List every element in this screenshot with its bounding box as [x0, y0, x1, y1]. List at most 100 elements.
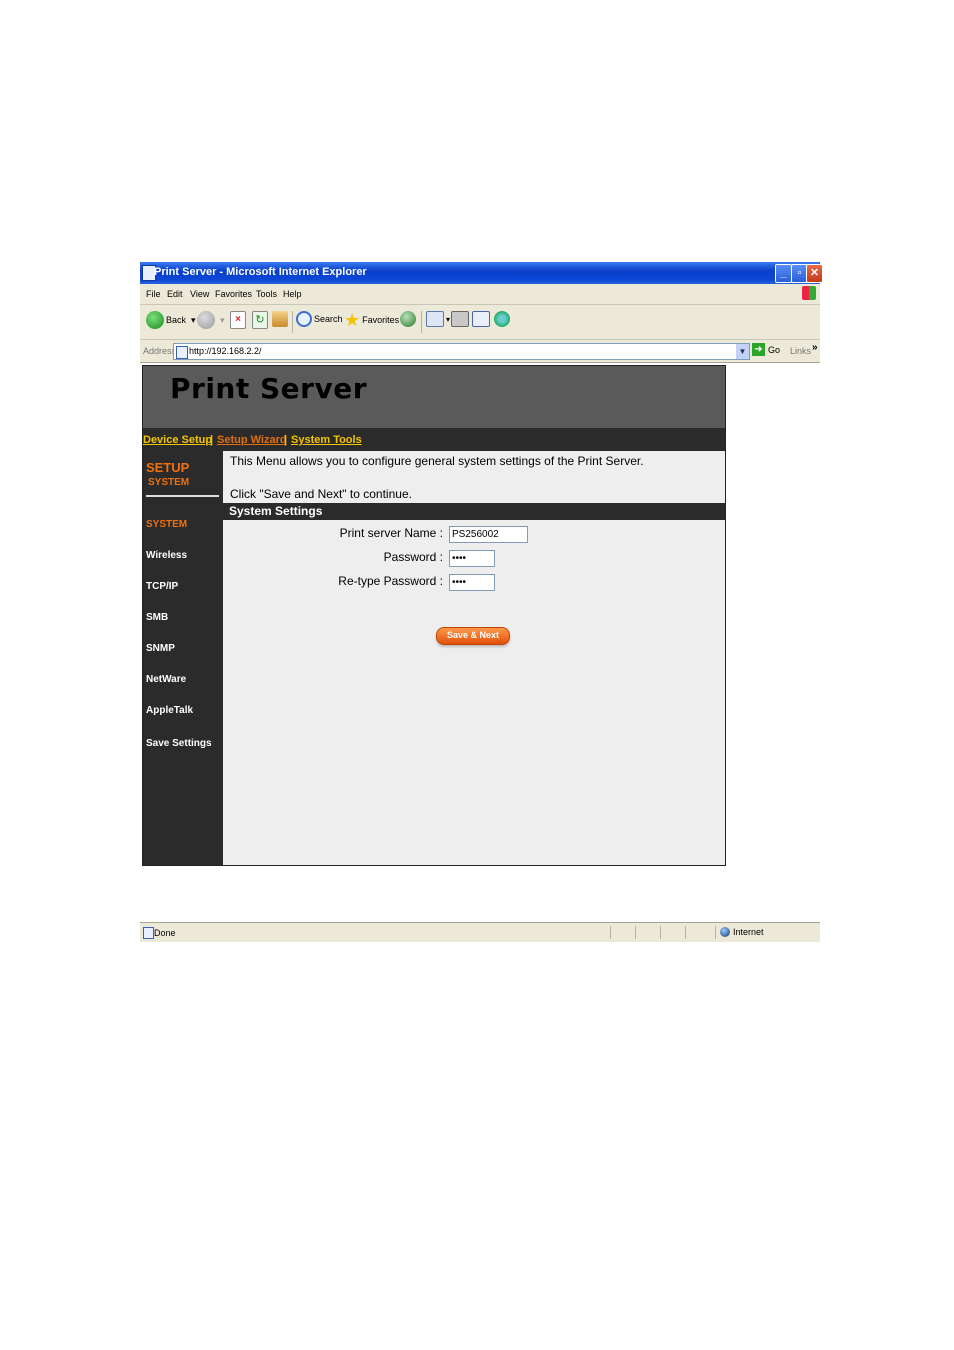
refresh-icon: ↻: [252, 311, 268, 329]
continue-note: Click "Save and Next" to continue.: [230, 487, 412, 501]
forward-button[interactable]: ▾: [197, 311, 225, 329]
chevron-right-icon[interactable]: »: [812, 342, 818, 353]
printer-icon: [451, 311, 469, 327]
history-button[interactable]: [400, 311, 418, 327]
password-input[interactable]: ••••: [449, 550, 495, 567]
password-label: Password :: [383, 550, 443, 564]
search-button[interactable]: Search: [296, 311, 343, 327]
go-label: Go: [768, 344, 781, 355]
menu-bar: File Edit View Favorites Tools Help: [140, 284, 820, 305]
edit-icon: [472, 311, 490, 327]
section-title: System Settings: [229, 504, 323, 518]
status-divider: [610, 926, 611, 939]
print-button[interactable]: [451, 311, 471, 327]
menu-tools[interactable]: Tools: [256, 289, 277, 299]
address-bar: Address http://192.168.2.2/ ▼ ➜ Go Links…: [140, 340, 820, 363]
sidebar-item-system[interactable]: SYSTEM: [146, 519, 187, 530]
forward-dropdown-icon[interactable]: ▾: [220, 315, 225, 326]
search-icon: [296, 311, 312, 327]
mail-icon: [426, 311, 444, 327]
menu-view[interactable]: View: [190, 289, 209, 299]
globe-icon: [720, 927, 730, 937]
mail-button[interactable]: ▾: [426, 311, 450, 327]
toolbar-separator: [421, 311, 422, 333]
nav-divider: |: [284, 434, 288, 446]
refresh-button[interactable]: ↻: [252, 311, 270, 329]
sidebar-divider: [146, 495, 219, 497]
address-dropdown-icon[interactable]: ▼: [736, 344, 749, 359]
sidebar-heading: SETUP: [146, 460, 190, 475]
page-viewport: Print Server Device Setup | Setup Wizard…: [140, 363, 820, 921]
sidebar: SETUP SYSTEM SYSTEM Wireless TCP/IP SMB …: [143, 451, 223, 865]
window-title: Print Server - Microsoft Internet Explor…: [154, 266, 367, 278]
main-content: This Menu allows you to configure genera…: [223, 451, 725, 865]
server-name-input[interactable]: PS256002: [449, 526, 528, 543]
status-divider: [635, 926, 636, 939]
toolbar-separator: [292, 311, 293, 333]
forward-arrow-icon: [197, 311, 215, 329]
section-header: System Settings: [223, 503, 725, 520]
retype-password-input[interactable]: ••••: [449, 574, 495, 591]
go-arrow-icon: ➜: [752, 343, 765, 356]
sidebar-item-tcpip[interactable]: TCP/IP: [146, 581, 178, 592]
brand-title: Print Server: [170, 372, 368, 405]
sidebar-item-smb[interactable]: SMB: [146, 612, 168, 623]
address-url: http://192.168.2.2/: [189, 346, 262, 356]
messenger-icon: [494, 311, 510, 327]
mail-dropdown-icon[interactable]: ▾: [446, 315, 450, 324]
status-divider: [685, 926, 686, 939]
menu-edit[interactable]: Edit: [167, 289, 183, 299]
save-next-button[interactable]: Save & Next: [436, 627, 510, 645]
nav-system-tools[interactable]: System Tools: [291, 434, 362, 446]
back-dropdown-icon[interactable]: ▾: [191, 315, 196, 326]
nav-device-setup[interactable]: Device Setup: [143, 434, 212, 446]
favorites-button[interactable]: ★ Favorites: [344, 311, 399, 329]
sidebar-item-netware[interactable]: NetWare: [146, 674, 186, 685]
nav-setup-wizard[interactable]: Setup Wizard: [217, 434, 287, 446]
menu-help[interactable]: Help: [283, 289, 302, 299]
stop-icon: ×: [230, 311, 246, 329]
security-zone: Internet: [720, 927, 764, 937]
browser-window: Print Server - Microsoft Internet Explor…: [140, 262, 823, 942]
close-button[interactable]: ✕: [806, 264, 823, 283]
back-button[interactable]: Back ▾: [146, 311, 196, 329]
windows-logo-icon: [802, 286, 816, 300]
nav-divider: |: [210, 434, 214, 446]
intro-text: This Menu allows you to configure genera…: [230, 454, 644, 468]
history-icon: [400, 311, 416, 327]
sidebar-item-save-settings[interactable]: Save Settings: [146, 738, 212, 749]
sidebar-item-wireless[interactable]: Wireless: [146, 550, 187, 561]
sidebar-subheading: SYSTEM: [148, 477, 190, 488]
page-icon: [176, 346, 188, 359]
menu-favorites[interactable]: Favorites: [215, 289, 252, 299]
go-button[interactable]: ➜ Go: [752, 343, 780, 356]
back-arrow-icon: [146, 311, 164, 329]
page-header: Print Server: [143, 366, 725, 429]
retype-password-label: Re-type Password :: [338, 574, 443, 588]
stop-button[interactable]: ×: [230, 311, 248, 329]
sidebar-item-snmp[interactable]: SNMP: [146, 643, 175, 654]
edit-button[interactable]: [472, 311, 492, 327]
print-server-page: Print Server Device Setup | Setup Wizard…: [142, 365, 726, 866]
top-navigation: Device Setup | Setup Wizard | System Too…: [143, 428, 725, 451]
title-bar[interactable]: Print Server - Microsoft Internet Explor…: [140, 262, 823, 284]
back-label: Back: [166, 315, 187, 325]
home-icon: [272, 311, 288, 327]
status-bar: Done Internet: [140, 922, 820, 942]
zone-label: Internet: [733, 927, 764, 937]
sidebar-item-appletalk[interactable]: AppleTalk: [146, 705, 193, 716]
status-divider: [715, 926, 716, 939]
minimize-button[interactable]: _: [775, 264, 792, 283]
address-input[interactable]: http://192.168.2.2/ ▼: [173, 343, 750, 360]
search-label: Search: [314, 314, 343, 324]
home-button[interactable]: [272, 311, 290, 327]
favorites-label: Favorites: [362, 315, 400, 325]
server-name-label: Print server Name :: [339, 526, 443, 540]
address-label: Address: [143, 346, 177, 356]
menu-file[interactable]: File: [146, 289, 161, 299]
links-label[interactable]: Links: [790, 346, 811, 356]
page-status-icon: [143, 927, 154, 939]
star-icon: ★: [344, 310, 361, 330]
status-divider: [660, 926, 661, 939]
messenger-button[interactable]: [494, 311, 512, 327]
